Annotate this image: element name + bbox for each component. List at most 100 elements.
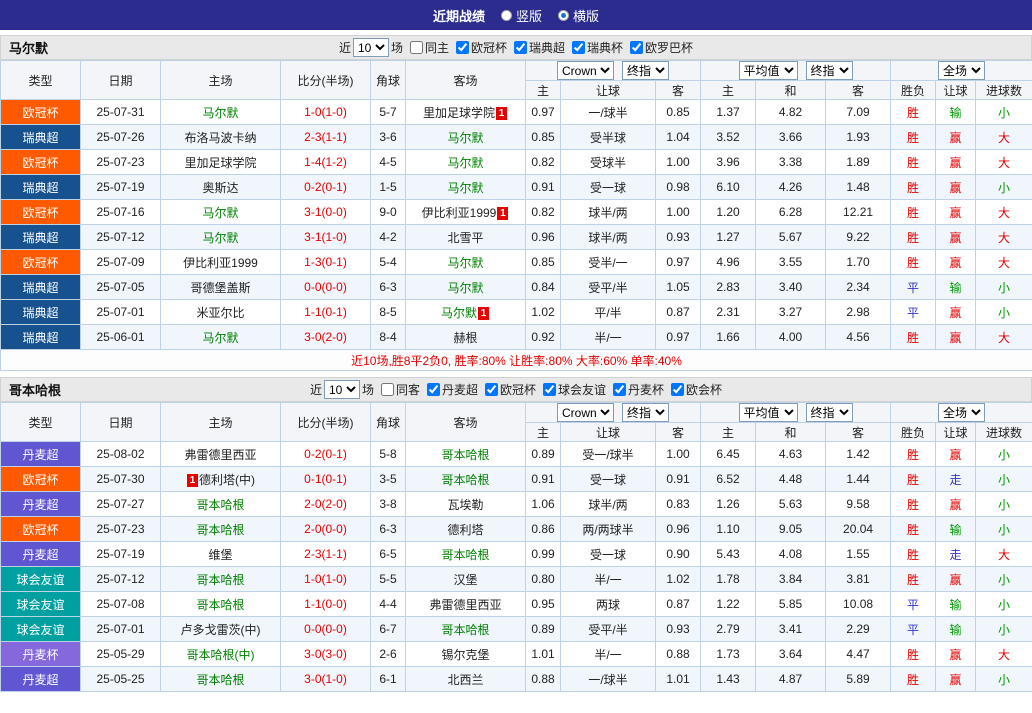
away-team-link[interactable]: 锡尔克堡: [441, 648, 489, 662]
away-team-link[interactable]: 马尔默: [447, 156, 483, 170]
match-count-select[interactable]: 10: [353, 38, 389, 57]
league-filter-label[interactable]: 欧会杯: [686, 381, 722, 398]
score-cell[interactable]: 1-3(0-1): [281, 250, 371, 275]
away-team-link[interactable]: 伊比利亚1999: [422, 206, 497, 220]
league-filter-option[interactable]: 丹麦杯: [613, 381, 664, 398]
same-venue-option[interactable]: 同主: [410, 39, 449, 56]
horizontal-radio-label[interactable]: 横版: [573, 6, 599, 25]
fulltime-select[interactable]: 全场: [938, 61, 985, 80]
league-filter-option[interactable]: 瑞典超: [514, 39, 565, 56]
score-cell[interactable]: 3-1(0-0): [281, 200, 371, 225]
score-cell[interactable]: 0-0(0-0): [281, 617, 371, 642]
same-venue-checkbox[interactable]: [410, 41, 423, 54]
home-team-link[interactable]: 米亚尔比: [196, 306, 244, 320]
home-team-link[interactable]: 卢多戈雷茨(中): [181, 623, 261, 637]
score-cell[interactable]: 0-1(0-1): [281, 467, 371, 492]
score-cell[interactable]: 3-1(1-0): [281, 225, 371, 250]
away-team-link[interactable]: 哥本哈根: [441, 473, 489, 487]
league-filter-option[interactable]: 欧罗巴杯: [630, 39, 693, 56]
league-filter-option[interactable]: 欧会杯: [671, 381, 722, 398]
bookmaker-select[interactable]: Crown: [557, 403, 614, 422]
home-team-link[interactable]: 马尔默: [202, 106, 238, 120]
average-final-select[interactable]: 终指: [806, 403, 853, 422]
home-team-link[interactable]: 哥德堡盖斯: [190, 281, 250, 295]
average-select[interactable]: 平均值: [739, 403, 798, 422]
league-filter-label[interactable]: 丹麦超: [442, 381, 478, 398]
home-team-link[interactable]: 奥斯达: [202, 181, 238, 195]
same-venue-option[interactable]: 同客: [381, 381, 420, 398]
fulltime-select[interactable]: 全场: [938, 403, 985, 422]
away-team-link[interactable]: 马尔默: [447, 131, 483, 145]
score-cell[interactable]: 1-1(0-0): [281, 592, 371, 617]
home-team-link[interactable]: 马尔默: [202, 206, 238, 220]
home-team-link[interactable]: 弗雷德里西亚: [184, 448, 256, 462]
home-team-link[interactable]: 哥本哈根: [196, 523, 244, 537]
league-filter-label[interactable]: 瑞典杯: [587, 39, 623, 56]
score-cell[interactable]: 3-0(2-0): [281, 325, 371, 350]
league-checkbox[interactable]: [485, 383, 498, 396]
score-cell[interactable]: 1-0(1-0): [281, 567, 371, 592]
away-team-link[interactable]: 哥本哈根: [441, 623, 489, 637]
away-team-link[interactable]: 哥本哈根: [441, 448, 489, 462]
league-filter-option[interactable]: 丹麦超: [427, 381, 478, 398]
score-cell[interactable]: 0-2(0-1): [281, 442, 371, 467]
league-checkbox[interactable]: [572, 41, 585, 54]
score-cell[interactable]: 1-0(1-0): [281, 100, 371, 125]
layout-radio-horizontal[interactable]: 横版: [558, 6, 599, 25]
league-checkbox[interactable]: [613, 383, 626, 396]
same-venue-checkbox[interactable]: [381, 383, 394, 396]
home-team-link[interactable]: 布洛马波卡纳: [184, 131, 256, 145]
home-team-link[interactable]: 维堡: [208, 548, 232, 562]
league-filter-option[interactable]: 瑞典杯: [572, 39, 623, 56]
league-filter-label[interactable]: 球会友谊: [558, 381, 606, 398]
score-cell[interactable]: 0-0(0-0): [281, 275, 371, 300]
league-checkbox[interactable]: [427, 383, 440, 396]
home-team-link[interactable]: 哥本哈根: [196, 573, 244, 587]
away-team-link[interactable]: 赫根: [453, 331, 477, 345]
away-team-link[interactable]: 哥本哈根: [441, 548, 489, 562]
score-cell[interactable]: 0-2(0-1): [281, 175, 371, 200]
bookmaker-final-select[interactable]: 终指: [622, 61, 669, 80]
score-cell[interactable]: 2-0(0-0): [281, 517, 371, 542]
vertical-radio-label[interactable]: 竖版: [516, 6, 542, 25]
score-cell[interactable]: 3-0(1-0): [281, 667, 371, 692]
home-team-link[interactable]: 马尔默: [202, 231, 238, 245]
radio-circle-icon[interactable]: [501, 10, 512, 21]
same-venue-label[interactable]: 同主: [425, 39, 449, 56]
home-team-link[interactable]: 哥本哈根: [196, 598, 244, 612]
home-team-link[interactable]: 哥本哈根: [196, 673, 244, 687]
league-checkbox[interactable]: [543, 383, 556, 396]
league-filter-label[interactable]: 瑞典超: [529, 39, 565, 56]
radio-circle-checked-icon[interactable]: [558, 10, 569, 21]
league-checkbox[interactable]: [630, 41, 643, 54]
league-filter-option[interactable]: 球会友谊: [543, 381, 606, 398]
home-team-link[interactable]: 哥本哈根: [196, 498, 244, 512]
average-select[interactable]: 平均值: [739, 61, 798, 80]
home-team-link[interactable]: 马尔默: [202, 331, 238, 345]
score-cell[interactable]: 3-0(3-0): [281, 642, 371, 667]
away-team-link[interactable]: 汉堡: [453, 573, 477, 587]
same-venue-label[interactable]: 同客: [396, 381, 420, 398]
away-team-link[interactable]: 马尔默: [447, 281, 483, 295]
match-count-select[interactable]: 10: [324, 380, 360, 399]
away-team-link[interactable]: 马尔默: [441, 306, 477, 320]
league-filter-label[interactable]: 丹麦杯: [628, 381, 664, 398]
away-team-link[interactable]: 马尔默: [447, 181, 483, 195]
away-team-link[interactable]: 北雪平: [447, 231, 483, 245]
bookmaker-select[interactable]: Crown: [557, 61, 614, 80]
layout-radio-vertical[interactable]: 竖版: [501, 6, 542, 25]
home-team-link[interactable]: 哥本哈根(中): [187, 648, 255, 662]
score-cell[interactable]: 2-3(1-1): [281, 542, 371, 567]
league-checkbox[interactable]: [456, 41, 469, 54]
league-filter-label[interactable]: 欧冠杯: [500, 381, 536, 398]
away-team-link[interactable]: 弗雷德里西亚: [429, 598, 501, 612]
score-cell[interactable]: 2-0(2-0): [281, 492, 371, 517]
away-team-link[interactable]: 马尔默: [447, 256, 483, 270]
league-checkbox[interactable]: [671, 383, 684, 396]
away-team-link[interactable]: 瓦埃勒: [447, 498, 483, 512]
average-final-select[interactable]: 终指: [806, 61, 853, 80]
away-team-link[interactable]: 北西兰: [447, 673, 483, 687]
league-filter-option[interactable]: 欧冠杯: [456, 39, 507, 56]
league-filter-option[interactable]: 欧冠杯: [485, 381, 536, 398]
score-cell[interactable]: 1-4(1-2): [281, 150, 371, 175]
